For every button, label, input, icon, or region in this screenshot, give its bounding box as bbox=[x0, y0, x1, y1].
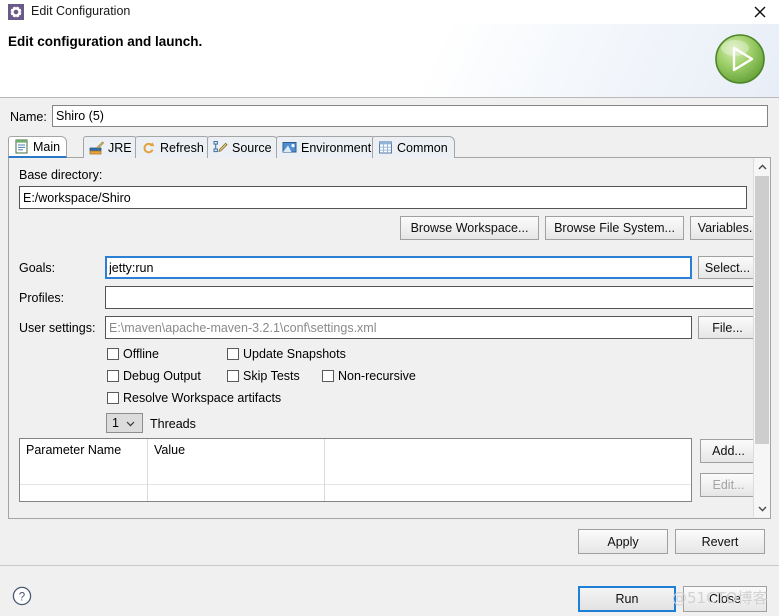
checkbox-resolve-workspace-artifacts[interactable]: Resolve Workspace artifacts bbox=[107, 391, 281, 405]
run-button[interactable]: Run bbox=[578, 586, 676, 612]
user-settings-file-button[interactable]: File... bbox=[698, 316, 754, 339]
goals-select-button[interactable]: Select... bbox=[698, 256, 754, 279]
threads-label: Threads bbox=[150, 417, 196, 431]
checkbox-label: Resolve Workspace artifacts bbox=[123, 391, 282, 405]
tab-bar: Main JRE Refresh Source Environment Comm… bbox=[8, 136, 771, 158]
tab-refresh[interactable]: Refresh bbox=[135, 136, 211, 158]
checkbox-skip-tests[interactable]: Skip Tests bbox=[227, 369, 300, 383]
tab-label: Refresh bbox=[160, 140, 204, 155]
name-label: Name: bbox=[10, 110, 47, 124]
button-label: Apply bbox=[607, 534, 639, 549]
close-icon[interactable] bbox=[749, 2, 771, 22]
add-parameter-button[interactable]: Add... bbox=[700, 439, 754, 463]
goals-input[interactable] bbox=[105, 256, 692, 279]
checkbox-box bbox=[107, 348, 119, 360]
checkbox-label: Debug Output bbox=[123, 369, 201, 383]
edit-configuration-dialog: Edit Configuration Edit configuration an… bbox=[0, 0, 779, 616]
name-row: Name: bbox=[0, 104, 779, 132]
checkbox-box bbox=[227, 370, 239, 382]
checkbox-offline[interactable]: Offline bbox=[107, 347, 159, 361]
scroll-up-icon[interactable] bbox=[754, 158, 770, 175]
checkbox-non-recursive[interactable]: Non-recursive bbox=[322, 369, 416, 383]
gear-icon bbox=[8, 4, 24, 20]
pencil-icon bbox=[213, 140, 228, 155]
name-input[interactable] bbox=[52, 105, 768, 127]
refresh-icon bbox=[141, 140, 156, 155]
header-title: Edit configuration and launch. bbox=[8, 34, 203, 49]
dialog-header: Edit configuration and launch. bbox=[0, 24, 779, 98]
edit-parameter-button: Edit... bbox=[700, 473, 754, 497]
tab-label: Environment bbox=[301, 140, 372, 155]
checkbox-label: Non-recursive bbox=[338, 369, 416, 383]
base-directory-input[interactable] bbox=[19, 186, 747, 209]
scroll-down-icon[interactable] bbox=[754, 500, 770, 517]
svg-text:?: ? bbox=[19, 591, 25, 603]
column-header-parameter-name[interactable]: Parameter Name bbox=[20, 439, 148, 484]
main-tab-panel: Base directory: Browse Workspace... Brow… bbox=[9, 158, 754, 517]
tab-main[interactable]: Main bbox=[8, 136, 68, 158]
table-cell bbox=[148, 485, 325, 501]
close-button[interactable]: Close bbox=[683, 586, 767, 612]
revert-button[interactable]: Revert bbox=[675, 529, 765, 554]
button-label: File... bbox=[712, 320, 743, 335]
button-label: Browse Workspace... bbox=[410, 221, 529, 235]
browse-workspace-button[interactable]: Browse Workspace... bbox=[400, 216, 539, 240]
goals-label: Goals: bbox=[19, 261, 56, 275]
scrollbar-thumb[interactable] bbox=[755, 176, 769, 444]
table-row[interactable] bbox=[20, 485, 691, 501]
button-label: Add... bbox=[712, 444, 745, 458]
base-directory-label: Base directory: bbox=[19, 168, 103, 182]
tab-label: Common bbox=[397, 140, 448, 155]
tab-jre[interactable]: JRE bbox=[83, 136, 139, 158]
button-label: Select... bbox=[704, 260, 751, 275]
user-settings-input[interactable] bbox=[105, 316, 692, 339]
checkbox-box bbox=[322, 370, 334, 382]
footer-divider bbox=[0, 565, 779, 566]
checkbox-box bbox=[227, 348, 239, 360]
button-label: Revert bbox=[701, 534, 739, 549]
tab-label: JRE bbox=[108, 140, 132, 155]
checkbox-box bbox=[107, 392, 119, 404]
help-icon[interactable]: ? bbox=[12, 586, 32, 606]
tab-label: Source bbox=[232, 140, 272, 155]
green-play-icon bbox=[713, 32, 767, 86]
button-label: Edit... bbox=[712, 478, 745, 492]
window-title: Edit Configuration bbox=[31, 4, 131, 18]
button-label: Browse File System... bbox=[554, 221, 675, 235]
checkbox-label: Skip Tests bbox=[243, 369, 300, 383]
table-icon bbox=[378, 140, 393, 155]
tab-content-main: Base directory: Browse Workspace... Brow… bbox=[8, 158, 771, 519]
tab-label: Main bbox=[33, 139, 61, 154]
checkbox-debug-output[interactable]: Debug Output bbox=[107, 369, 201, 383]
checkbox-label: Offline bbox=[123, 347, 159, 361]
column-header-filler bbox=[325, 439, 691, 484]
profiles-label: Profiles: bbox=[19, 291, 65, 305]
chevron-down-icon bbox=[126, 416, 135, 430]
parameter-table[interactable]: Parameter Name Value bbox=[19, 438, 692, 502]
tab-common[interactable]: Common bbox=[372, 136, 455, 158]
document-icon bbox=[14, 139, 29, 154]
threads-spinner[interactable]: 1 bbox=[106, 413, 143, 433]
table-cell bbox=[20, 485, 148, 501]
column-header-value[interactable]: Value bbox=[148, 439, 325, 484]
checkbox-box bbox=[107, 370, 119, 382]
user-settings-label: User settings: bbox=[19, 321, 96, 335]
variables-button[interactable]: Variables... bbox=[690, 216, 754, 240]
button-label: Run bbox=[615, 592, 639, 606]
table-header-row: Parameter Name Value bbox=[20, 439, 691, 485]
vertical-scrollbar[interactable] bbox=[753, 158, 770, 517]
button-label: Variables... bbox=[697, 221, 754, 235]
title-bar: Edit Configuration bbox=[0, 0, 779, 24]
button-label: Close bbox=[709, 592, 741, 606]
checkbox-label: Update Snapshots bbox=[243, 347, 346, 361]
tab-source[interactable]: Source bbox=[207, 136, 279, 158]
monitor-icon bbox=[282, 140, 297, 155]
browse-file-system-button[interactable]: Browse File System... bbox=[545, 216, 684, 240]
threads-value: 1 bbox=[112, 416, 119, 430]
tab-environment[interactable]: Environment bbox=[276, 136, 379, 158]
apply-button[interactable]: Apply bbox=[578, 529, 668, 554]
books-icon bbox=[89, 140, 104, 155]
profiles-input[interactable] bbox=[105, 286, 754, 309]
checkbox-update-snapshots[interactable]: Update Snapshots bbox=[227, 347, 346, 361]
